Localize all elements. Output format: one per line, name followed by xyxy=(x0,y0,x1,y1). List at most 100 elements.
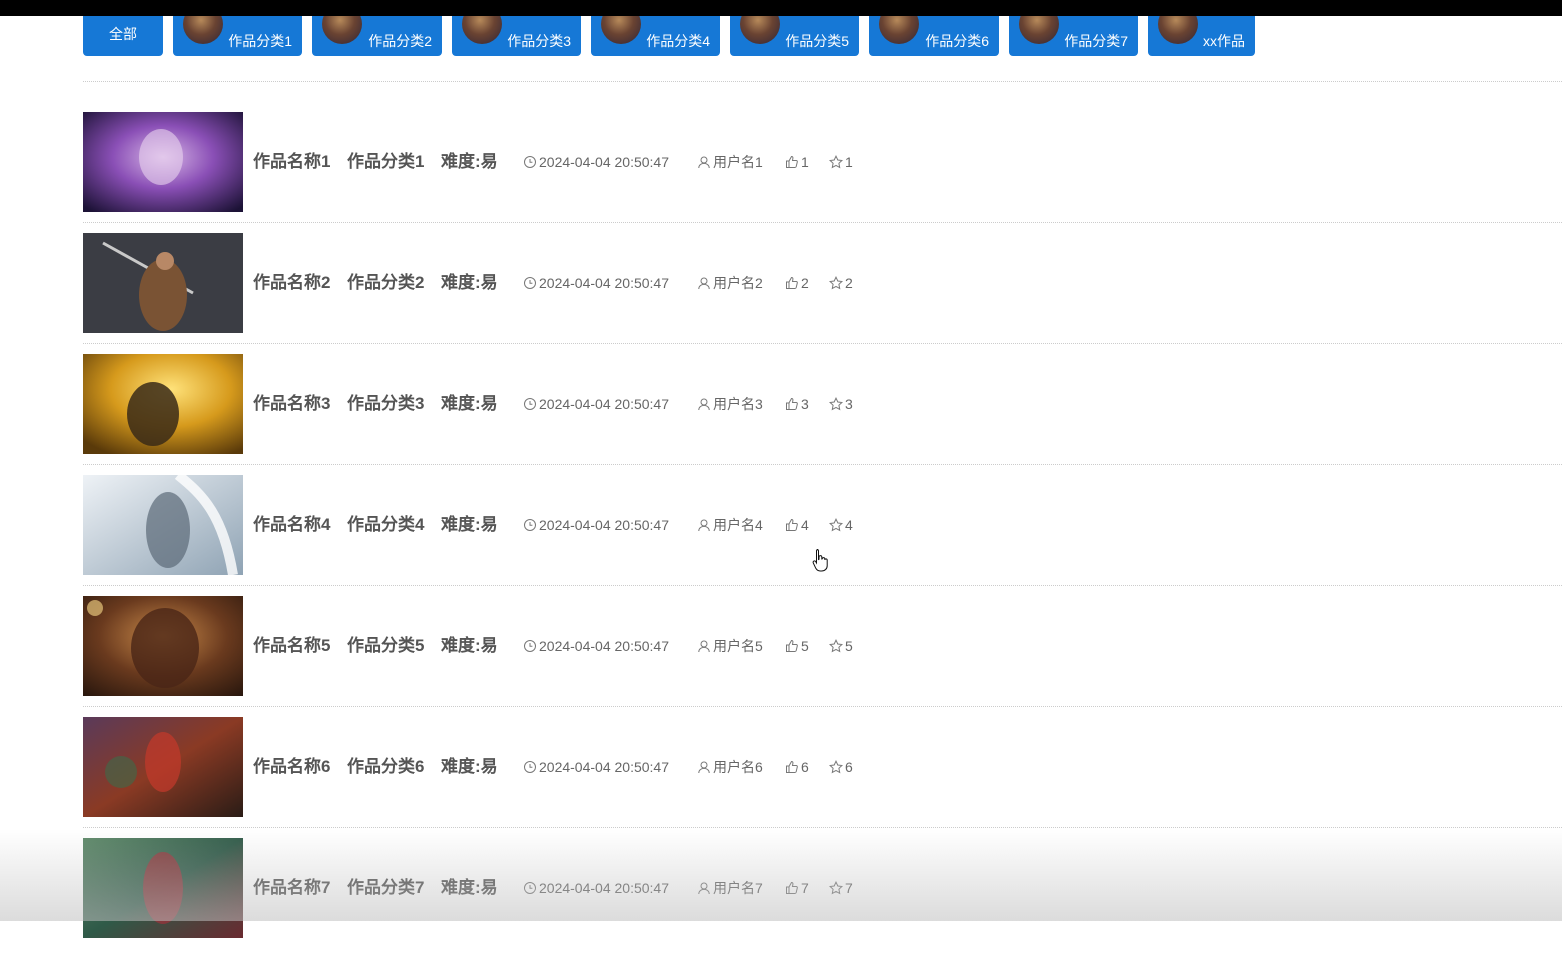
category-label: 作品分类6 xyxy=(925,33,989,49)
work-thumbnail[interactable] xyxy=(83,596,243,696)
work-name[interactable]: 作品名称1 xyxy=(253,152,330,172)
work-name[interactable]: 作品名称4 xyxy=(253,515,330,535)
user-name: 用户名4 xyxy=(713,517,763,533)
work-user[interactable]: 用户名1 xyxy=(697,152,763,172)
work-user[interactable]: 用户名4 xyxy=(697,515,763,535)
user-name: 用户名2 xyxy=(713,275,763,291)
window-top-bar xyxy=(0,0,1562,16)
list-item[interactable]: 作品名称6 作品分类6 难度:易 2024-04-04 20:50:47 用户名… xyxy=(83,717,1562,838)
work-time: 2024-04-04 20:50:47 xyxy=(523,152,669,172)
clock-icon xyxy=(524,156,536,168)
work-name[interactable]: 作品名称6 xyxy=(253,757,330,777)
time-text: 2024-04-04 20:50:47 xyxy=(539,880,669,896)
time-text: 2024-04-04 20:50:47 xyxy=(539,396,669,412)
work-category: 作品分类2 xyxy=(347,273,425,292)
work-time: 2024-04-04 20:50:47 xyxy=(523,757,669,777)
user-icon xyxy=(698,519,710,532)
work-difficulty: 难度:易 xyxy=(441,757,498,776)
category-label: 作品分类3 xyxy=(507,33,571,49)
star-count: 6 xyxy=(845,759,853,775)
list-item[interactable]: 作品名称1 作品分类1 难度:易 2024-04-04 20:50:47 用户名… xyxy=(83,112,1562,233)
user-icon xyxy=(698,761,710,774)
like-button[interactable]: 5 xyxy=(785,636,809,656)
favorite-button[interactable]: 6 xyxy=(829,757,853,777)
star-count: 4 xyxy=(845,517,853,533)
user-icon xyxy=(698,156,710,169)
work-difficulty: 难度:易 xyxy=(441,152,498,171)
category-label: 全部 xyxy=(109,26,137,42)
work-difficulty: 难度:易 xyxy=(441,878,498,897)
work-category: 作品分类5 xyxy=(347,636,425,655)
favorite-button[interactable]: 4 xyxy=(829,515,853,535)
work-category: 作品分类4 xyxy=(347,515,425,534)
work-name[interactable]: 作品名称3 xyxy=(253,394,330,414)
list-item[interactable]: 作品名称2 作品分类2 难度:易 2024-04-04 20:50:47 用户名… xyxy=(83,233,1562,354)
category-label: 作品分类2 xyxy=(368,33,432,49)
like-count: 6 xyxy=(801,759,809,775)
time-text: 2024-04-04 20:50:47 xyxy=(539,759,669,775)
category-button-6[interactable]: 作品分类6 xyxy=(869,16,999,56)
work-user[interactable]: 用户名6 xyxy=(697,757,763,777)
category-button-7[interactable]: 作品分类7 xyxy=(1009,16,1138,56)
category-button-2[interactable]: 作品分类2 xyxy=(312,16,442,56)
work-thumbnail[interactable] xyxy=(83,112,243,212)
category-button-3[interactable]: 作品分类3 xyxy=(452,16,581,56)
category-label: 作品分类7 xyxy=(1064,33,1128,49)
work-name[interactable]: 作品名称2 xyxy=(253,273,330,293)
category-button-4[interactable]: 作品分类4 xyxy=(591,16,720,56)
like-button[interactable]: 3 xyxy=(785,394,809,414)
favorite-button[interactable]: 2 xyxy=(829,273,853,293)
like-button[interactable]: 6 xyxy=(785,757,809,777)
user-name: 用户名5 xyxy=(713,638,763,654)
work-thumbnail[interactable] xyxy=(83,838,243,938)
like-button[interactable]: 1 xyxy=(785,152,809,172)
star-count: 7 xyxy=(845,880,853,896)
list-item[interactable]: 作品名称7 作品分类7 难度:易 2024-04-04 20:50:47 用户名… xyxy=(83,838,1562,959)
work-user[interactable]: 用户名3 xyxy=(697,394,763,414)
list-item[interactable]: 作品名称4 作品分类4 难度:易 2024-04-04 20:50:47 用户名… xyxy=(83,475,1562,596)
favorite-button[interactable]: 7 xyxy=(829,878,853,898)
work-name[interactable]: 作品名称7 xyxy=(253,878,330,898)
star-count: 2 xyxy=(845,275,853,291)
work-thumbnail[interactable] xyxy=(83,233,243,333)
like-button[interactable]: 7 xyxy=(785,878,809,898)
work-user[interactable]: 用户名2 xyxy=(697,273,763,293)
star-icon xyxy=(829,155,843,169)
star-icon xyxy=(829,276,843,290)
list-item[interactable]: 作品名称5 作品分类5 难度:易 2024-04-04 20:50:47 用户名… xyxy=(83,596,1562,717)
work-thumbnail[interactable] xyxy=(83,354,243,454)
user-name: 用户名1 xyxy=(713,154,763,170)
work-name[interactable]: 作品名称5 xyxy=(253,636,330,656)
work-user[interactable]: 用户名7 xyxy=(697,878,763,898)
time-text: 2024-04-04 20:50:47 xyxy=(539,154,669,170)
list-item[interactable]: 作品名称3 作品分类3 难度:易 2024-04-04 20:50:47 用户名… xyxy=(83,354,1562,475)
work-time: 2024-04-04 20:50:47 xyxy=(523,878,669,898)
category-button-1[interactable]: 作品分类1 xyxy=(173,16,302,56)
favorite-button[interactable]: 5 xyxy=(829,636,853,656)
favorite-button[interactable]: 3 xyxy=(829,394,853,414)
time-text: 2024-04-04 20:50:47 xyxy=(539,638,669,654)
thumbs-up-icon xyxy=(786,881,798,894)
like-button[interactable]: 2 xyxy=(785,273,809,293)
category-avatar xyxy=(1158,16,1198,44)
category-button-all[interactable]: 全部 xyxy=(83,16,163,56)
work-thumbnail[interactable] xyxy=(83,475,243,575)
work-thumbnail[interactable] xyxy=(83,717,243,817)
work-difficulty: 难度:易 xyxy=(441,515,498,534)
category-avatar xyxy=(740,16,780,44)
user-name: 用户名7 xyxy=(713,880,763,896)
work-difficulty: 难度:易 xyxy=(441,394,498,413)
thumbs-up-icon xyxy=(786,639,798,652)
category-label: 作品分类4 xyxy=(646,33,710,49)
clock-icon xyxy=(524,882,536,894)
like-button[interactable]: 4 xyxy=(785,515,809,535)
thumbs-up-icon xyxy=(786,397,798,410)
category-button-5[interactable]: 作品分类5 xyxy=(730,16,859,56)
category-avatar xyxy=(462,16,502,44)
work-user[interactable]: 用户名5 xyxy=(697,636,763,656)
user-icon xyxy=(698,398,710,411)
favorite-button[interactable]: 1 xyxy=(829,152,853,172)
category-label: 作品分类1 xyxy=(228,33,292,49)
category-button-xx[interactable]: xx作品 xyxy=(1148,16,1255,56)
user-icon xyxy=(698,882,710,895)
